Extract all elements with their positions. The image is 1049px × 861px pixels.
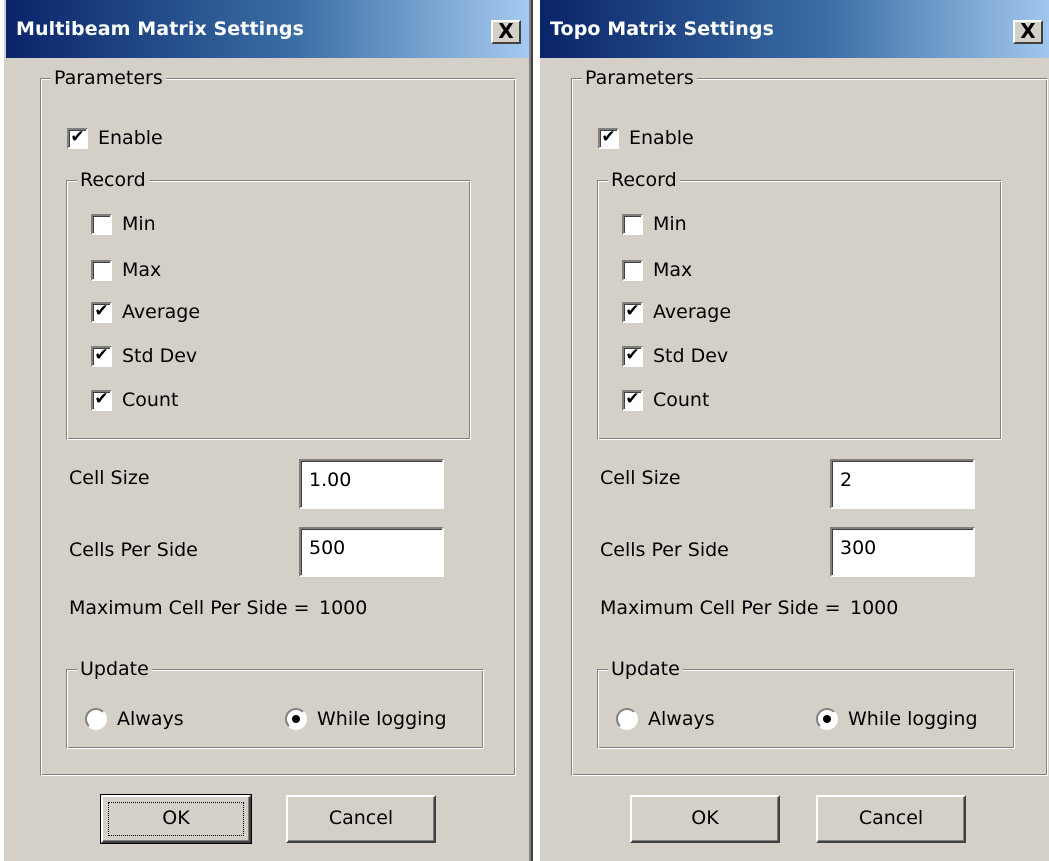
dialog-title: Topo Matrix Settings (550, 18, 775, 40)
update-always-label: Always (117, 708, 184, 730)
record-average-label: Average (653, 301, 732, 323)
cells-per-side-input[interactable]: 300 (830, 527, 975, 577)
cells-per-side-label: Cells Per Side (69, 539, 198, 561)
record-min-checkbox-box[interactable] (91, 213, 112, 235)
parameters-group: Parameters ✔ Enable Record Min Max ✔ Ave… (571, 67, 1048, 776)
record-group: Record Min Max ✔ Average ✔ Std Dev ✔ Cou… (66, 169, 471, 440)
record-average-checkbox-box[interactable]: ✔ (91, 301, 112, 323)
update-always-radio[interactable]: Always (85, 706, 184, 732)
close-icon: X (1020, 19, 1036, 43)
record-legend: Record (608, 169, 680, 191)
update-legend: Update (77, 658, 152, 680)
record-min-label: Min (122, 213, 156, 235)
close-icon: X (498, 19, 514, 43)
max-cells-value: 1000 (850, 597, 899, 619)
update-while-logging-radio-circle[interactable] (816, 708, 838, 730)
record-count-checkbox-box[interactable]: ✔ (91, 389, 112, 411)
close-button[interactable]: X (491, 20, 521, 44)
update-always-label: Always (648, 708, 715, 730)
record-average-checkbox-box[interactable]: ✔ (622, 301, 643, 323)
record-max-checkbox-box[interactable] (622, 259, 643, 281)
enable-checkbox-box[interactable]: ✔ (67, 127, 88, 149)
record-min-checkbox[interactable]: Min (91, 211, 156, 237)
record-average-label: Average (122, 301, 201, 323)
record-std-dev-label: Std Dev (122, 345, 198, 367)
cell-size-label: Cell Size (600, 467, 681, 489)
record-count-checkbox-box[interactable]: ✔ (622, 389, 643, 411)
cancel-button-label: Cancel (328, 807, 394, 829)
ok-button[interactable]: OK (630, 795, 780, 843)
dialog-title: Multibeam Matrix Settings (16, 18, 305, 40)
record-std-dev-checkbox-box[interactable]: ✔ (91, 345, 112, 367)
record-max-checkbox-box[interactable] (91, 259, 112, 281)
parameters-legend: Parameters (51, 67, 166, 89)
cancel-button[interactable]: Cancel (816, 795, 966, 843)
record-max-label: Max (653, 259, 693, 281)
title-bar: Topo Matrix Settings X (540, 0, 1049, 58)
enable-checkbox-box[interactable]: ✔ (598, 127, 619, 149)
record-average-checkbox[interactable]: ✔ Average (622, 299, 731, 325)
update-while-logging-label: While logging (848, 708, 978, 730)
max-cells-label: Maximum Cell Per Side = (69, 597, 310, 619)
record-count-label: Count (653, 389, 710, 411)
update-while-logging-radio[interactable]: While logging (285, 706, 447, 732)
record-min-checkbox-box[interactable] (622, 213, 643, 235)
close-button[interactable]: X (1013, 20, 1043, 44)
ok-button[interactable]: OK (100, 794, 252, 844)
record-min-label: Min (653, 213, 687, 235)
update-while-logging-label: While logging (317, 708, 447, 730)
enable-checkbox[interactable]: ✔ Enable (598, 125, 694, 151)
record-count-checkbox[interactable]: ✔ Count (91, 387, 178, 413)
cell-size-label: Cell Size (69, 467, 150, 489)
cell-size-input[interactable]: 2 (830, 459, 975, 509)
ok-button-label: OK (691, 807, 719, 829)
enable-checkbox[interactable]: ✔ Enable (67, 125, 163, 151)
enable-label: Enable (98, 127, 163, 149)
record-std-dev-checkbox-box[interactable]: ✔ (622, 345, 643, 367)
record-count-checkbox[interactable]: ✔ Count (622, 387, 709, 413)
update-always-radio-circle[interactable] (616, 708, 638, 730)
update-group: Update Always While logging (66, 658, 484, 749)
record-group: Record Min Max ✔ Average ✔ Std Dev ✔ Cou… (597, 169, 1002, 440)
record-std-dev-checkbox[interactable]: ✔ Std Dev (91, 343, 197, 369)
record-average-checkbox[interactable]: ✔ Average (91, 299, 200, 325)
cell-size-input[interactable]: 1.00 (299, 459, 444, 509)
record-max-label: Max (122, 259, 162, 281)
update-legend: Update (608, 658, 683, 680)
record-std-dev-checkbox[interactable]: ✔ Std Dev (622, 343, 728, 369)
ok-button-label: OK (162, 807, 190, 829)
record-min-checkbox[interactable]: Min (622, 211, 687, 237)
max-cells-label: Maximum Cell Per Side = (600, 597, 841, 619)
record-max-checkbox[interactable]: Max (622, 257, 692, 283)
update-while-logging-radio[interactable]: While logging (816, 706, 978, 732)
update-always-radio[interactable]: Always (616, 706, 715, 732)
record-count-label: Count (122, 389, 179, 411)
update-group: Update Always While logging (597, 658, 1015, 749)
record-std-dev-label: Std Dev (653, 345, 729, 367)
cancel-button-label: Cancel (858, 807, 924, 829)
topo-matrix-settings-dialog: Topo Matrix Settings X Parameters ✔ Enab… (538, 0, 1049, 861)
cells-per-side-label: Cells Per Side (600, 539, 729, 561)
record-max-checkbox[interactable]: Max (91, 257, 161, 283)
multibeam-matrix-settings-dialog: Multibeam Matrix Settings X Parameters ✔… (4, 0, 529, 861)
parameters-legend: Parameters (582, 67, 697, 89)
cells-per-side-input[interactable]: 500 (299, 527, 444, 577)
record-legend: Record (77, 169, 149, 191)
max-cells-value: 1000 (319, 597, 368, 619)
update-always-radio-circle[interactable] (85, 708, 107, 730)
window-divider (529, 0, 538, 861)
parameters-group: Parameters ✔ Enable Record Min Max ✔ Ave… (40, 67, 516, 776)
update-while-logging-radio-circle[interactable] (285, 708, 307, 730)
cancel-button[interactable]: Cancel (286, 795, 436, 843)
title-bar: Multibeam Matrix Settings X (6, 0, 529, 58)
enable-label: Enable (629, 127, 694, 149)
